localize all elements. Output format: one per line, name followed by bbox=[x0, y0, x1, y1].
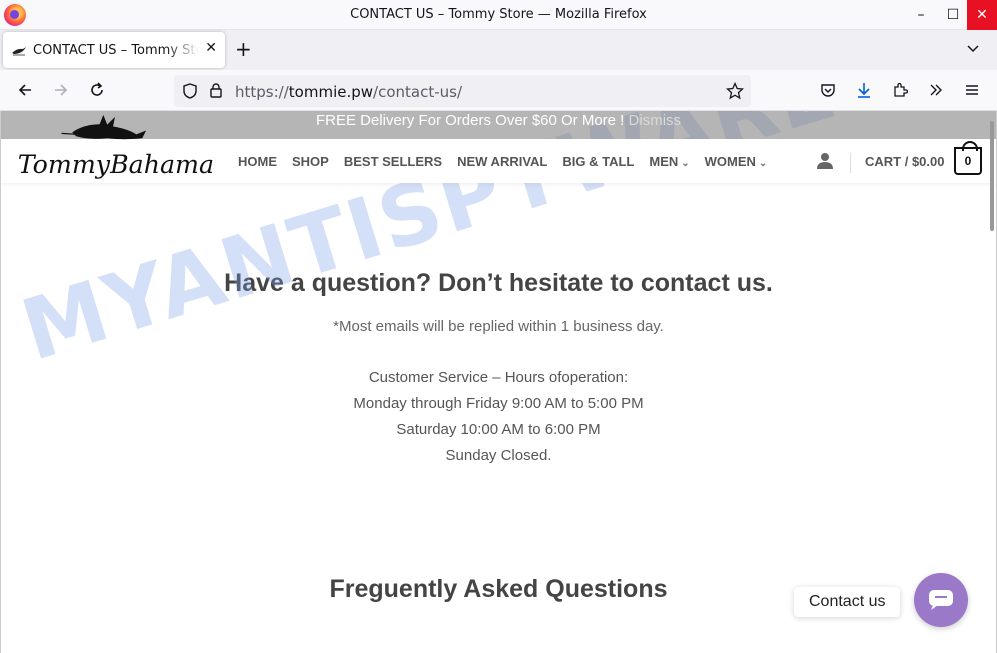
menu-best-sellers[interactable]: BEST SELLERS bbox=[344, 154, 442, 169]
webpage-viewport: Have a question? Don’t hesitate to conta… bbox=[0, 111, 997, 653]
menu-women[interactable]: WOMEN ⌄ bbox=[705, 154, 768, 169]
contact-widget-button[interactable] bbox=[914, 573, 968, 627]
minimize-button[interactable]: – bbox=[906, 0, 936, 30]
chevron-down-icon: ⌄ bbox=[681, 157, 690, 169]
chevron-down-icon: ⌄ bbox=[758, 157, 768, 169]
tab-close-icon[interactable]: ✕ bbox=[205, 40, 217, 56]
hamburger-menu-icon[interactable] bbox=[961, 79, 983, 101]
bookmark-star-icon[interactable] bbox=[725, 81, 745, 104]
extensions-puzzle-icon[interactable] bbox=[889, 79, 911, 101]
menu-home[interactable]: HOME bbox=[238, 154, 277, 169]
window-titlebar: CONTACT US – Tommy Store — Mozilla Firef… bbox=[0, 0, 997, 30]
hours-line: Saturday 10:00 AM to 6:00 PM bbox=[396, 421, 601, 438]
promo-text: FREE Delivery For Orders Over $60 Or Mor… bbox=[315, 112, 625, 129]
url-text: https://tommie.pw/contact-us/ bbox=[235, 83, 463, 101]
promo-dismiss-link[interactable]: Dismiss bbox=[629, 112, 682, 129]
site-header: TommyBahama HOME SHOP BEST SELLERS NEW A… bbox=[1, 114, 996, 183]
hours-line: Customer Service – Hours ofoperation: bbox=[368, 369, 629, 386]
tab-contact-us[interactable]: CONTACT US – Tommy Store ✕ bbox=[3, 32, 225, 68]
reload-icon[interactable] bbox=[86, 79, 108, 101]
cart-link[interactable]: CART / $0.00 bbox=[865, 139, 944, 183]
tommy-bahama-logo[interactable]: TommyBahama bbox=[15, 111, 215, 181]
header-divider bbox=[850, 153, 851, 173]
close-window-button[interactable]: ✕ bbox=[967, 0, 997, 30]
forward-arrow-icon[interactable] bbox=[50, 79, 72, 101]
service-hours: Customer Service – Hours ofoperation: Mo… bbox=[1, 365, 996, 469]
list-all-tabs-icon[interactable] bbox=[966, 40, 980, 59]
hours-line: Monday through Friday 9:00 AM to 5:00 PM bbox=[353, 395, 644, 412]
hours-line: Sunday Closed. bbox=[445, 447, 552, 464]
account-user-icon[interactable] bbox=[816, 139, 834, 183]
back-arrow-icon[interactable] bbox=[14, 79, 36, 101]
menu-new-arrival[interactable]: NEW ARRIVAL bbox=[457, 154, 547, 169]
address-bar[interactable]: https://tommie.pw/contact-us/ bbox=[174, 75, 751, 107]
overflow-chevrons-icon[interactable] bbox=[925, 79, 947, 101]
menu-shop[interactable]: SHOP bbox=[292, 154, 329, 169]
tab-strip: CONTACT US – Tommy Store ✕ + bbox=[0, 30, 997, 70]
menu-men[interactable]: MEN ⌄ bbox=[649, 154, 689, 169]
pocket-icon[interactable] bbox=[817, 79, 839, 101]
new-tab-button[interactable]: + bbox=[235, 38, 252, 60]
svg-text:TommyBahama: TommyBahama bbox=[18, 150, 214, 179]
window-title: CONTACT US – Tommy Store — Mozilla Firef… bbox=[350, 7, 647, 22]
main-menu: HOME SHOP BEST SELLERS NEW ARRIVAL BIG &… bbox=[238, 139, 767, 183]
page-scrollbar[interactable] bbox=[990, 121, 994, 231]
marlin-favicon-icon bbox=[11, 42, 27, 58]
reply-notice: *Most emails will be replied within 1 bu… bbox=[333, 318, 664, 335]
cart-count-badge[interactable]: 0 bbox=[954, 141, 982, 175]
menu-big-tall[interactable]: BIG & TALL bbox=[562, 154, 634, 169]
contact-us-label[interactable]: Contact us bbox=[794, 587, 901, 617]
maximize-button[interactable]: ☐ bbox=[938, 0, 968, 30]
tab-title: CONTACT US – Tommy Store bbox=[33, 42, 199, 58]
lock-icon[interactable] bbox=[209, 82, 223, 103]
navigation-toolbar: https://tommie.pw/contact-us/ bbox=[0, 70, 997, 111]
tracking-protection-shield-icon[interactable] bbox=[182, 83, 198, 103]
chat-bubble-icon bbox=[929, 590, 953, 610]
downloads-icon[interactable] bbox=[853, 79, 875, 101]
contact-heading: Have a question? Don’t hesitate to conta… bbox=[224, 269, 773, 297]
